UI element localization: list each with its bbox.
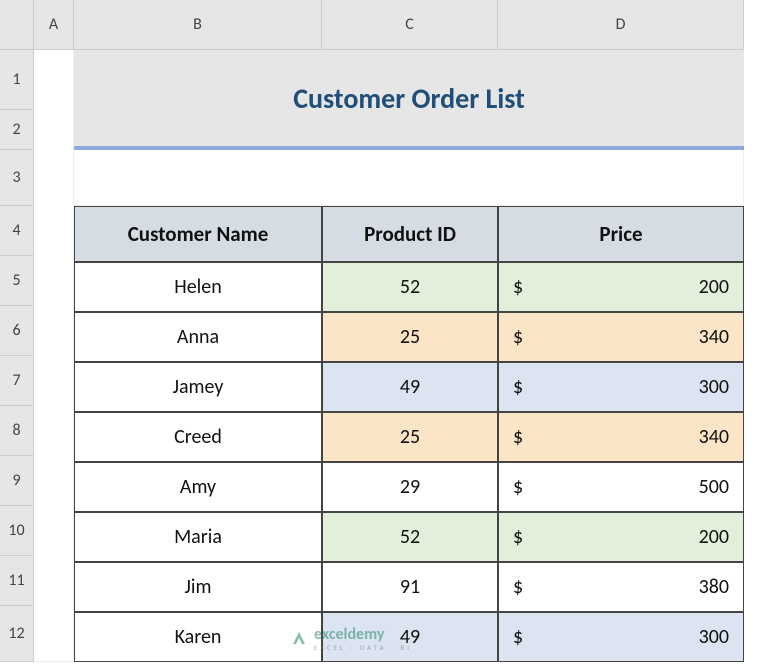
- select-all-corner[interactable]: [0, 0, 34, 50]
- cell-pid[interactable]: 52: [322, 512, 498, 562]
- currency-symbol: $: [513, 325, 523, 349]
- cell-price[interactable]: $340: [498, 412, 744, 462]
- row-header-7[interactable]: 7: [0, 356, 34, 406]
- row-header-5[interactable]: 5: [0, 256, 34, 306]
- order-table: Customer Name Product ID Price Helen 52 …: [74, 206, 744, 662]
- spreadsheet-grid: A B C D 1 2 3 4 5 6 7 8 9 10 11 12 Custo…: [0, 0, 767, 662]
- cell-name[interactable]: Helen: [74, 262, 322, 312]
- row-header-1[interactable]: 1: [0, 50, 34, 110]
- row-header-4[interactable]: 4: [0, 206, 34, 256]
- cell-price[interactable]: $200: [498, 262, 744, 312]
- row-header-10[interactable]: 10: [0, 506, 34, 556]
- th-customer-name[interactable]: Customer Name: [74, 206, 322, 262]
- cell-price[interactable]: $340: [498, 312, 744, 362]
- th-product-id[interactable]: Product ID: [322, 206, 498, 262]
- cell-name[interactable]: Maria: [74, 512, 322, 562]
- cell-pid[interactable]: 91: [322, 562, 498, 612]
- currency-symbol: $: [513, 375, 523, 399]
- cell-name[interactable]: Amy: [74, 462, 322, 512]
- row-header-12[interactable]: 12: [0, 606, 34, 662]
- currency-symbol: $: [513, 425, 523, 449]
- row-header-8[interactable]: 8: [0, 406, 34, 456]
- row-header-9[interactable]: 9: [0, 456, 34, 506]
- currency-symbol: $: [513, 625, 523, 649]
- cell-name[interactable]: Creed: [74, 412, 322, 462]
- title-merged-cell[interactable]: Customer Order List: [74, 50, 744, 150]
- currency-symbol: $: [513, 525, 523, 549]
- currency-symbol: $: [513, 575, 523, 599]
- cell-price[interactable]: $380: [498, 562, 744, 612]
- cell-name[interactable]: Anna: [74, 312, 322, 362]
- cell-pid[interactable]: 49: [322, 362, 498, 412]
- row-header-6[interactable]: 6: [0, 306, 34, 356]
- cell-pid[interactable]: 29: [322, 462, 498, 512]
- cell-name[interactable]: Karen: [74, 612, 322, 662]
- cell-price[interactable]: $200: [498, 512, 744, 562]
- cell-pid[interactable]: 52: [322, 262, 498, 312]
- blank-row-3[interactable]: [74, 150, 744, 206]
- price-value: 340: [699, 325, 729, 349]
- cell-pid[interactable]: 25: [322, 312, 498, 362]
- col-header-C[interactable]: C: [322, 0, 498, 50]
- price-value: 340: [699, 425, 729, 449]
- col-header-D[interactable]: D: [498, 0, 744, 50]
- price-value: 200: [699, 275, 729, 299]
- price-value: 200: [699, 525, 729, 549]
- cell-name[interactable]: Jamey: [74, 362, 322, 412]
- cell-name[interactable]: Jim: [74, 562, 322, 612]
- row-header-3[interactable]: 3: [0, 150, 34, 206]
- col-header-B[interactable]: B: [74, 0, 322, 50]
- cell-price[interactable]: $300: [498, 612, 744, 662]
- page-title: Customer Order List: [293, 81, 525, 116]
- row-header-11[interactable]: 11: [0, 556, 34, 606]
- price-value: 300: [699, 625, 729, 649]
- col-header-A[interactable]: A: [34, 0, 74, 50]
- currency-symbol: $: [513, 475, 523, 499]
- currency-symbol: $: [513, 275, 523, 299]
- cell-price[interactable]: $300: [498, 362, 744, 412]
- price-value: 300: [699, 375, 729, 399]
- cell-pid[interactable]: 25: [322, 412, 498, 462]
- cell-pid[interactable]: 49: [322, 612, 498, 662]
- price-value: 500: [699, 475, 729, 499]
- th-price[interactable]: Price: [498, 206, 744, 262]
- col-A-blank[interactable]: [34, 50, 74, 662]
- row-header-2[interactable]: 2: [0, 110, 34, 150]
- price-value: 380: [699, 575, 729, 599]
- cell-price[interactable]: $500: [498, 462, 744, 512]
